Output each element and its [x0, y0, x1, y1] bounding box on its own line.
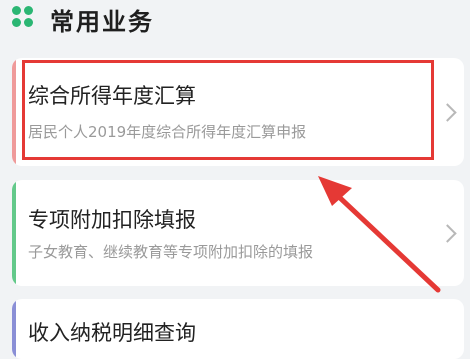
- card-subtitle: 居民个人2019年度综合所得年度汇算申报: [28, 123, 307, 141]
- four-dots-icon: [12, 6, 34, 28]
- card-special-deduction[interactable]: 专项附加扣除填报 子女教育、继续教育等专项附加扣除的填报: [12, 180, 464, 286]
- annotation-arrow-icon: [318, 176, 441, 293]
- section-title: 常用业务: [50, 8, 154, 36]
- card-accent-bar: [12, 299, 16, 359]
- card-accent-bar: [12, 180, 16, 286]
- section-header: 常用业务: [0, 0, 470, 40]
- chevron-right-icon: [438, 224, 457, 243]
- card-title: 综合所得年度汇算: [28, 84, 196, 108]
- card-annual-settlement[interactable]: 综合所得年度汇算 居民个人2019年度综合所得年度汇算申报: [12, 58, 464, 166]
- card-accent-bar: [12, 58, 16, 166]
- card-subtitle: 子女教育、继续教育等专项附加扣除的填报: [28, 243, 314, 261]
- card-title: 专项附加扣除填报: [28, 208, 196, 232]
- chevron-right-icon: [438, 103, 457, 122]
- card-title: 收入纳税明细查询: [28, 321, 196, 345]
- card-income-tax-query[interactable]: 收入纳税明细查询: [12, 299, 464, 359]
